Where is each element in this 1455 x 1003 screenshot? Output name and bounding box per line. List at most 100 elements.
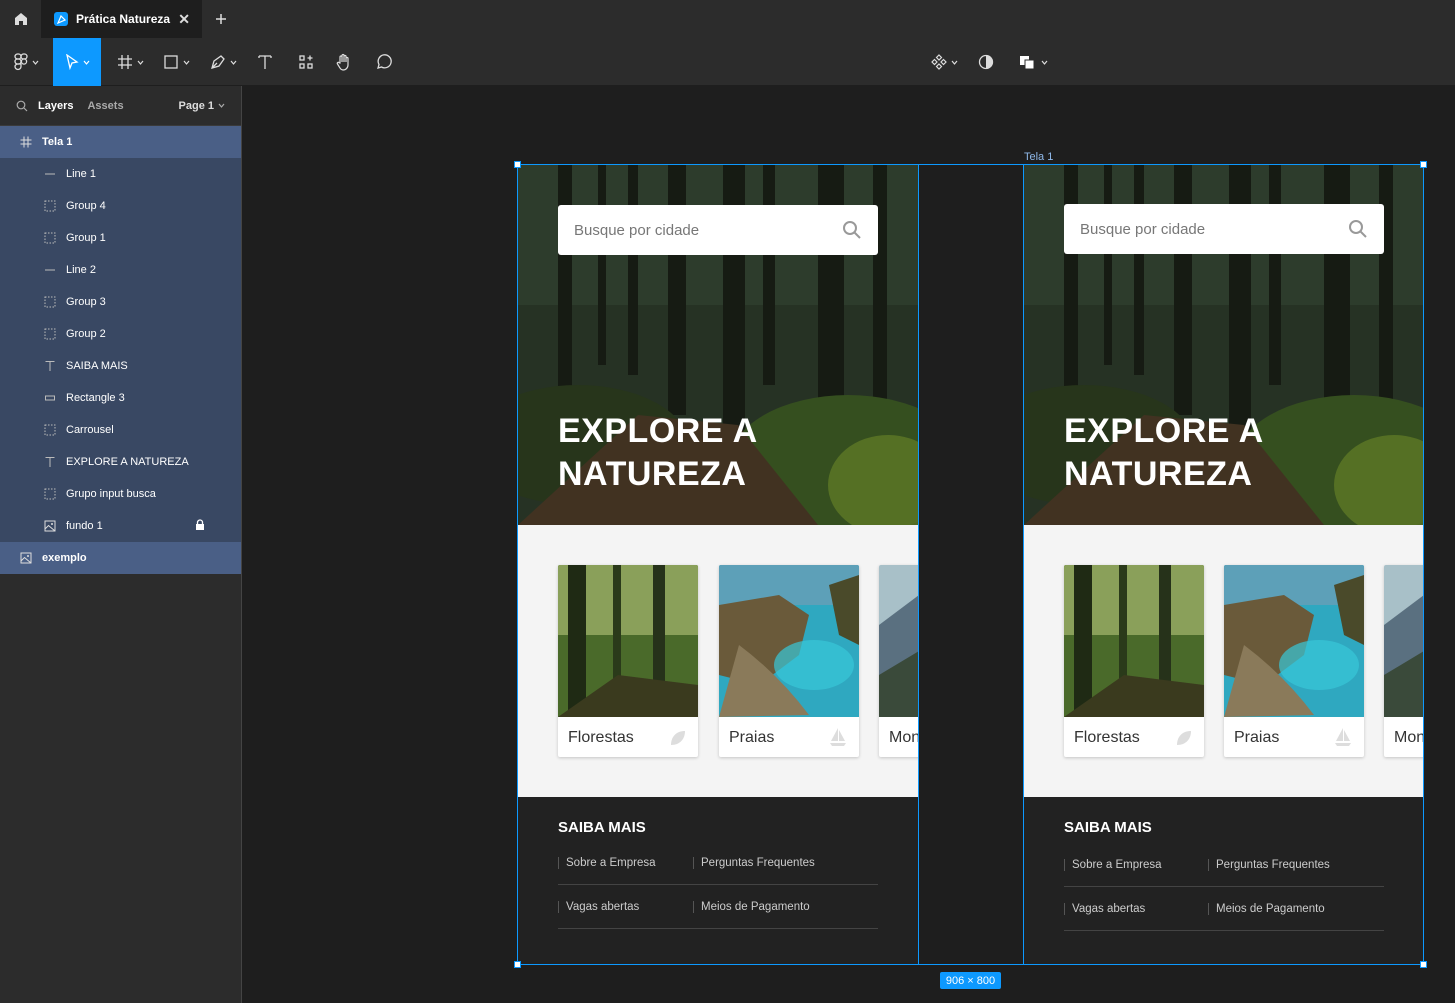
comment-icon: [377, 54, 392, 69]
layer-label: Group 4: [66, 200, 106, 212]
cursor-arrow-icon: [65, 54, 79, 70]
layer-label: Line 1: [66, 168, 96, 180]
layer-row-carrousel[interactable]: Carrousel: [0, 414, 241, 446]
boolean-button[interactable]: [1014, 38, 1052, 86]
layer-label: Group 3: [66, 296, 106, 308]
toolbar: [0, 38, 1455, 86]
tab-assets[interactable]: Assets: [87, 100, 123, 112]
chevron-down-icon: [1041, 60, 1047, 65]
component-diamond-icon: [930, 54, 947, 70]
frame-label[interactable]: Tela 1: [1024, 151, 1053, 163]
group-icon: [42, 422, 58, 438]
chevron-down-icon: [218, 103, 225, 108]
line-icon: [42, 166, 58, 182]
image-icon: [42, 518, 58, 534]
layer-row-tela-1[interactable]: Tela 1: [0, 126, 241, 158]
image-icon: [18, 550, 34, 566]
line-icon: [42, 262, 58, 278]
layer-label: fundo 1: [66, 520, 103, 532]
layer-label: Group 2: [66, 328, 106, 340]
search-icon[interactable]: [16, 100, 28, 112]
chevron-down-icon: [83, 60, 89, 65]
group-icon: [42, 198, 58, 214]
group-icon: [42, 326, 58, 342]
layer-row-group-3[interactable]: Group 3: [0, 286, 241, 318]
layer-row-group-1[interactable]: Group 1: [0, 222, 241, 254]
resize-handle-top-right[interactable]: [1420, 161, 1427, 168]
hand-tool-button[interactable]: [331, 38, 357, 86]
title-bar: Prática Natureza ✕: [0, 0, 1455, 38]
frame-edge-line: [1023, 165, 1024, 965]
resize-handle-bottom-left[interactable]: [514, 961, 521, 968]
resize-handle-top-left[interactable]: [514, 161, 521, 168]
close-tab-icon[interactable]: ✕: [178, 11, 190, 28]
contrast-icon: [978, 54, 994, 70]
text-icon: [258, 55, 272, 69]
lock-icon[interactable]: [195, 519, 205, 534]
components-button[interactable]: [926, 38, 962, 86]
pen-tool-button[interactable]: [204, 38, 242, 86]
figma-logo-icon: [13, 53, 28, 71]
chevron-down-icon: [32, 60, 38, 65]
group-icon: [42, 230, 58, 246]
figma-file-icon: [54, 12, 68, 26]
new-tab-button[interactable]: [202, 0, 240, 38]
rectangle-icon: [163, 55, 178, 69]
layer-row-line-1[interactable]: Line 1: [0, 158, 241, 190]
chevron-down-icon: [230, 60, 236, 65]
layers-panel: Layers Assets Page 1 Tela 1 Line 1 Group 4…: [0, 86, 242, 1003]
main-menu-button[interactable]: [8, 38, 44, 86]
layer-label: exemplo: [42, 552, 87, 564]
chevron-down-icon: [137, 60, 143, 65]
chevron-down-icon: [951, 60, 957, 65]
layer-row-exemplo[interactable]: exemplo: [0, 542, 241, 574]
frame-tool-button[interactable]: [112, 38, 148, 86]
plus-icon: [216, 14, 226, 24]
layer-row-grupo-input-busca[interactable]: Grupo input busca: [0, 478, 241, 510]
layer-row-rectangle-3[interactable]: Rectangle 3: [0, 382, 241, 414]
group-icon: [42, 486, 58, 502]
layer-row-group-4[interactable]: Group 4: [0, 190, 241, 222]
layer-row-group-2[interactable]: Group 2: [0, 318, 241, 350]
shape-tool-button[interactable]: [158, 38, 194, 86]
comment-tool-button[interactable]: [371, 38, 397, 86]
panel-tabs: Layers Assets Page 1: [0, 86, 241, 126]
layer-label: Carrousel: [66, 424, 114, 436]
dimensions-badge: 906 × 800: [940, 972, 1001, 989]
text-icon: [42, 358, 58, 374]
mask-button[interactable]: [974, 38, 998, 86]
layer-row-explore-a-natureza[interactable]: EXPLORE A NATUREZA: [0, 446, 241, 478]
layer-row-saiba-mais[interactable]: SAIBA MAIS: [0, 350, 241, 382]
layer-label: SAIBA MAIS: [66, 360, 128, 372]
home-icon: [14, 13, 27, 25]
resources-tool-button[interactable]: [293, 38, 319, 86]
pen-icon: [210, 55, 225, 69]
tab-label: Prática Natureza: [76, 12, 171, 26]
layer-list: Tela 1 Line 1 Group 4 Group 1 Line 2 Group 3 G…: [0, 126, 241, 574]
layer-label: Rectangle 3: [66, 392, 125, 404]
home-button[interactable]: [0, 0, 42, 38]
tab-pratica-natureza[interactable]: Prática Natureza ✕: [42, 0, 202, 38]
page-selector[interactable]: Page 1: [179, 100, 225, 112]
page-selector-label: Page 1: [178, 99, 214, 112]
frame-icon: [18, 134, 34, 150]
text-icon: [42, 454, 58, 470]
layer-label: Tela 1: [42, 136, 73, 148]
layer-row-fundo-1[interactable]: fundo 1: [0, 510, 241, 542]
union-icon: [1019, 56, 1034, 70]
layer-label: Group 1: [66, 232, 106, 244]
resize-handle-bottom-right[interactable]: [1420, 961, 1427, 968]
tab-layers[interactable]: Layers: [38, 100, 73, 112]
frame-edge-line: [918, 165, 919, 965]
layer-row-line-2[interactable]: Line 2: [0, 254, 241, 286]
chevron-down-icon: [183, 60, 189, 65]
components-grid-icon: [299, 55, 313, 69]
layer-label: EXPLORE A NATUREZA: [66, 456, 189, 468]
group-icon: [42, 294, 58, 310]
text-tool-button[interactable]: [252, 38, 278, 86]
hashtag-frame-icon: [117, 55, 132, 69]
layer-label: Line 2: [66, 264, 96, 276]
selection-bounding-box[interactable]: [517, 164, 1424, 965]
rectangle-icon: [42, 390, 58, 406]
move-tool-button[interactable]: [53, 38, 101, 86]
